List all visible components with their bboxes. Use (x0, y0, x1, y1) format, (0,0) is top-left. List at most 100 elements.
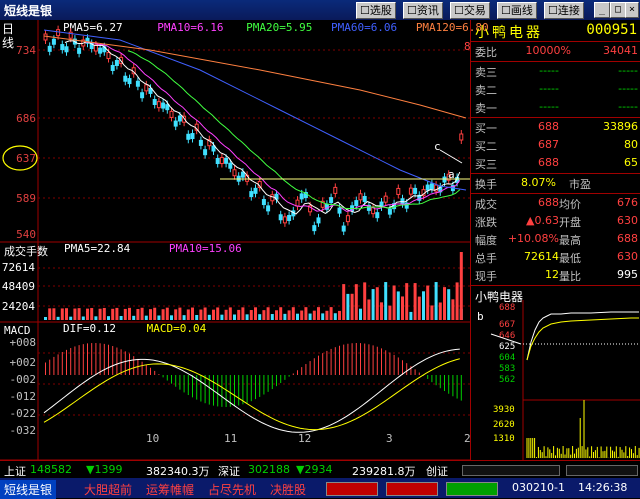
volume-bar (90, 308, 94, 320)
volume-bar (392, 285, 396, 320)
select-stock-icon: ☐ (360, 4, 370, 17)
vol-axis-48409: 48409 (1, 280, 35, 293)
time-axis-10: 10 (146, 432, 160, 445)
sh-index-value: 148582 (30, 463, 72, 476)
buy-row-1: 买一 688 33896 (471, 120, 640, 136)
volume-bar (115, 307, 119, 320)
macd-axis-2: +002 (9, 356, 37, 369)
candle-body (152, 98, 157, 105)
stat-label: 现手 (475, 270, 497, 283)
volume-bar (149, 309, 152, 320)
macd-axis-1: +008 (9, 336, 37, 349)
volume-bar (296, 313, 299, 320)
connect-button[interactable]: ☐连接 (544, 2, 584, 19)
volume-bar (136, 309, 140, 320)
candle-body (211, 145, 216, 152)
candle-body (396, 187, 401, 195)
annotation-pointer (439, 149, 463, 164)
stats-row-1: 成交 688 均价 676 (471, 196, 640, 212)
draw-line-button[interactable]: ☐画线 (497, 2, 537, 19)
candle-body (60, 44, 65, 51)
sh-index-change: ▼1399 (86, 463, 123, 476)
sell-1-volume: ----- (618, 100, 638, 113)
volume-bar (438, 302, 442, 320)
info-icon: ☐ (407, 4, 417, 17)
volume-bar (224, 309, 228, 320)
candle-body (282, 216, 287, 224)
candle-body (408, 187, 413, 195)
volume-bar (413, 283, 417, 320)
candle-body (43, 33, 48, 41)
volume-bar (123, 308, 127, 320)
select-stock-button[interactable]: ☐选股 (356, 2, 396, 19)
trade-label: 交易 (463, 4, 486, 17)
next-index-label: 创证 (426, 465, 448, 478)
volume-bar (283, 313, 287, 320)
volume-bar (102, 307, 106, 320)
volume-bar (401, 296, 404, 320)
stats-row-3: 幅度 +10.08% 最高 688 (471, 232, 640, 248)
volume-bar (258, 314, 262, 320)
slogan-3: 占尽先机 (208, 483, 257, 497)
candle-body (442, 176, 447, 183)
sz-index-label: 深证 (218, 465, 240, 478)
sell-row-2: 卖二 ----- ----- (471, 82, 640, 98)
volume-bar (443, 287, 446, 320)
volume-bar (346, 293, 350, 320)
turnover-row: 换手 8.07% 市盈 (471, 176, 640, 192)
candle-body (161, 102, 166, 109)
volume-bar (228, 307, 232, 320)
candle-body (190, 133, 195, 140)
volume-bar (409, 311, 413, 320)
sell-2-price: ----- (539, 82, 559, 95)
volume-bar (107, 316, 110, 320)
volume-bar (447, 289, 451, 320)
ma-line (127, 50, 461, 210)
sh-index-label: 上证 (4, 465, 26, 478)
pe-label: 市盈 (569, 178, 591, 191)
ticker-scroll[interactable] (462, 465, 560, 476)
candle-body (295, 199, 300, 207)
candle-body (413, 187, 418, 194)
candle-body (345, 215, 350, 223)
maximize-button[interactable]: □ (610, 2, 626, 18)
candle-body (228, 162, 233, 169)
volume-bar (199, 309, 203, 320)
close-button[interactable]: × (625, 2, 639, 18)
volume-bar (304, 307, 308, 320)
mini-intraday-chart (490, 300, 640, 460)
ticker-progress (566, 465, 638, 476)
candle-body (287, 214, 292, 221)
stat-value: 630 (617, 214, 638, 227)
candle-body (240, 171, 245, 178)
candle-body (425, 184, 430, 191)
sell-row-1: 卖一 ----- ----- (471, 100, 640, 116)
candle-body (110, 64, 115, 71)
stats-row-2: 涨跌 ▲0.63 开盘 630 (471, 214, 640, 230)
minimize-button[interactable]: _ (594, 2, 610, 18)
candle-body (341, 225, 346, 232)
slogan-2: 运筹帷幄 (146, 483, 195, 497)
candle-body (203, 149, 208, 156)
stat-value: +10.08% (507, 232, 559, 245)
app-title: 短线是银 (4, 4, 53, 18)
volume-bar (459, 252, 463, 320)
volume-legend: PMA5=22.84 PMA10=15.06 (64, 242, 242, 255)
weibi-label: 委比 (475, 46, 497, 59)
candle-body (177, 115, 182, 122)
volume-label: 成交手数 (4, 245, 48, 258)
index-status-bar: 上证 148582 ▼1399 382340.3万 深证 302188 ▼293… (0, 460, 640, 479)
volume-bar (275, 310, 278, 320)
candle-body (278, 214, 283, 221)
volume-bar (308, 313, 312, 320)
chart-canvas[interactable] (0, 20, 470, 460)
vol-axis-72614: 72614 (1, 261, 35, 274)
app-name-badge[interactable]: 短线是银 (0, 480, 57, 499)
candle-body (77, 47, 82, 54)
time-axis-3: 3 (386, 432, 393, 445)
candle-body (429, 183, 434, 190)
trade-button[interactable]: ☐交易 (450, 2, 490, 19)
info-button[interactable]: ☐资讯 (403, 2, 443, 19)
volume-bar (245, 314, 249, 320)
volume-bar (157, 315, 161, 320)
